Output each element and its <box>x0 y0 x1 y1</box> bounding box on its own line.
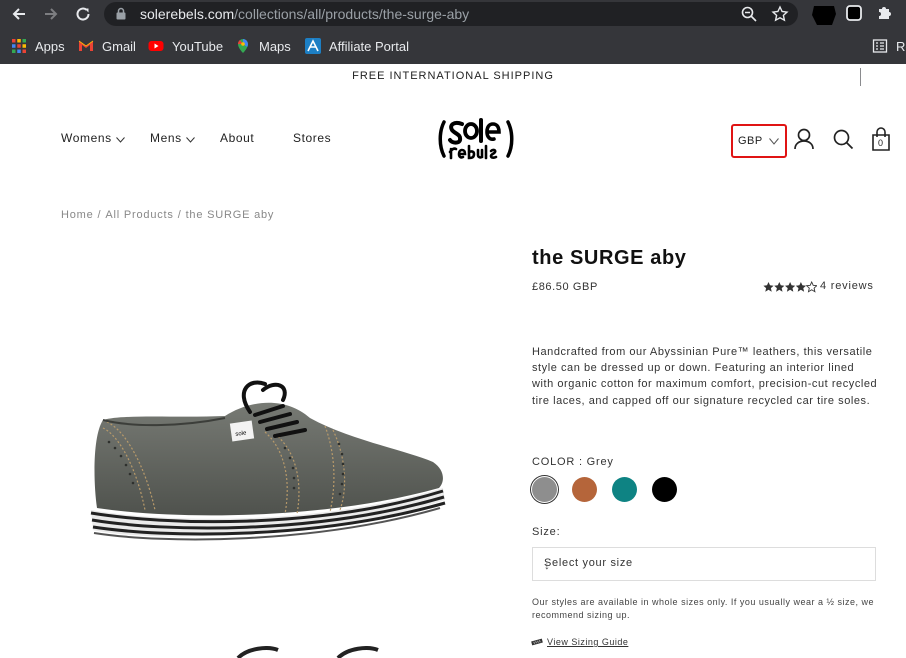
breadcrumb-separator: / <box>177 209 182 221</box>
forward-button[interactable] <box>40 4 62 24</box>
color-swatch-brown[interactable] <box>572 477 597 502</box>
breadcrumb-separator: / <box>97 209 102 221</box>
url-path: /collections/all/products/the-surge-aby <box>234 6 470 22</box>
apps-grid-icon <box>12 39 26 53</box>
bookmark-star-icon[interactable] <box>771 5 789 23</box>
affiliate-portal-icon <box>305 38 321 54</box>
product-image[interactable]: sole <box>85 370 450 560</box>
bookmark-youtube[interactable]: YouTube <box>148 37 223 55</box>
bookmarks-bar: Apps Gmail YouTube Maps Affiliate Portal… <box>0 32 906 86</box>
extension-square-icon <box>846 5 862 21</box>
size-note: Our styles are available in whole sizes … <box>532 597 874 620</box>
currency-selector[interactable]: GBP <box>731 124 787 158</box>
rating-stars-icon[interactable] <box>763 281 817 293</box>
browser-toolbar: solerebels.com/collections/all/products/… <box>0 0 906 28</box>
reading-list-icon <box>872 39 888 53</box>
reviews-link[interactable]: 4 reviews <box>820 280 874 292</box>
profile-avatar-icon <box>812 6 836 25</box>
product-thumbnail-image[interactable] <box>228 646 388 658</box>
reload-icon <box>76 7 90 21</box>
nav-label: About <box>220 131 255 145</box>
chevron-down-icon <box>115 136 125 143</box>
bookmark-label: Gmail <box>102 38 136 54</box>
extensions-menu-button[interactable] <box>876 4 896 24</box>
announcement-bar: FREE INTERNATIONAL SHIPPING <box>352 70 554 82</box>
bookmark-gmail[interactable]: Gmail <box>78 37 136 55</box>
youtube-icon <box>148 41 164 51</box>
color-swatch-teal[interactable] <box>612 477 637 502</box>
nav-stores[interactable]: Stores <box>293 131 331 145</box>
puzzle-piece-icon <box>879 7 891 19</box>
bookmark-label: YouTube <box>172 38 224 54</box>
color-swatch-grey[interactable] <box>532 477 557 502</box>
bookmark-affiliate-portal[interactable]: Affiliate Portal <box>305 37 409 55</box>
profile-avatar[interactable] <box>811 3 837 27</box>
bookmark-label: Affiliate Portal <box>329 38 409 54</box>
ruler-icon <box>531 638 543 646</box>
gmail-icon <box>78 40 94 51</box>
zoom-out-icon[interactable] <box>740 5 758 23</box>
bookmark-maps[interactable]: Maps <box>235 37 291 55</box>
cart-button[interactable]: 0 <box>870 127 892 151</box>
bookmark-label: Apps <box>35 38 65 54</box>
lock-icon <box>116 7 126 20</box>
back-button[interactable] <box>8 4 30 24</box>
brand-logo[interactable] <box>438 116 514 162</box>
reload-button[interactable] <box>72 4 94 24</box>
nav-label: Stores <box>293 131 332 145</box>
breadcrumb: Home / All Products / the SURGE aby <box>61 209 274 221</box>
bookmark-label: Maps <box>259 38 291 54</box>
maps-pin-icon <box>238 39 248 53</box>
bookmark-label: Re <box>896 38 906 54</box>
nav-label: Mens <box>150 131 182 145</box>
product-title: the SURGE aby <box>532 247 687 269</box>
arrow-left-icon <box>12 8 25 20</box>
account-user-icon[interactable] <box>793 128 815 150</box>
product-description: Handcrafted from our Abyssinian Pure™ le… <box>532 346 878 407</box>
sizing-guide-link[interactable]: View Sizing Guide <box>531 637 628 647</box>
breadcrumb-home[interactable]: Home <box>61 209 94 221</box>
arrow-down-icon: ↓ <box>544 558 551 572</box>
search-icon[interactable] <box>832 128 854 150</box>
browser-chrome: solerebels.com/collections/all/products/… <box>0 0 906 86</box>
nav-mens[interactable]: Mens <box>150 131 195 145</box>
nav-womens[interactable]: Womens <box>61 131 125 145</box>
bookmark-apps[interactable]: Apps <box>11 37 65 55</box>
currency-label: GBP <box>738 135 763 147</box>
product-price: £86.50 GBP <box>532 281 598 293</box>
sizing-guide-label: View Sizing Guide <box>547 637 629 647</box>
arrow-right-icon <box>45 8 58 20</box>
nav-label: Womens <box>61 131 112 145</box>
extension-button[interactable] <box>845 4 865 24</box>
nav-about[interactable]: About <box>220 131 254 145</box>
color-label: COLOR : Grey <box>532 456 614 468</box>
url-text[interactable]: solerebels.com/collections/all/products/… <box>140 6 469 22</box>
size-label: Size: <box>532 526 561 538</box>
size-select[interactable]: Select your size ↓ <box>532 547 876 581</box>
color-swatch-black[interactable] <box>652 477 677 502</box>
breadcrumb-current: the SURGE aby <box>185 209 275 221</box>
address-bar[interactable]: solerebels.com/collections/all/products/… <box>104 2 798 26</box>
chevron-down-icon <box>769 138 779 145</box>
chevron-down-icon <box>185 136 195 143</box>
url-host: solerebels.com <box>140 6 235 22</box>
breadcrumb-all-products[interactable]: All Products <box>105 209 173 221</box>
bookmark-reading-list[interactable]: Re <box>872 37 906 55</box>
cart-count: 0 <box>878 138 884 148</box>
